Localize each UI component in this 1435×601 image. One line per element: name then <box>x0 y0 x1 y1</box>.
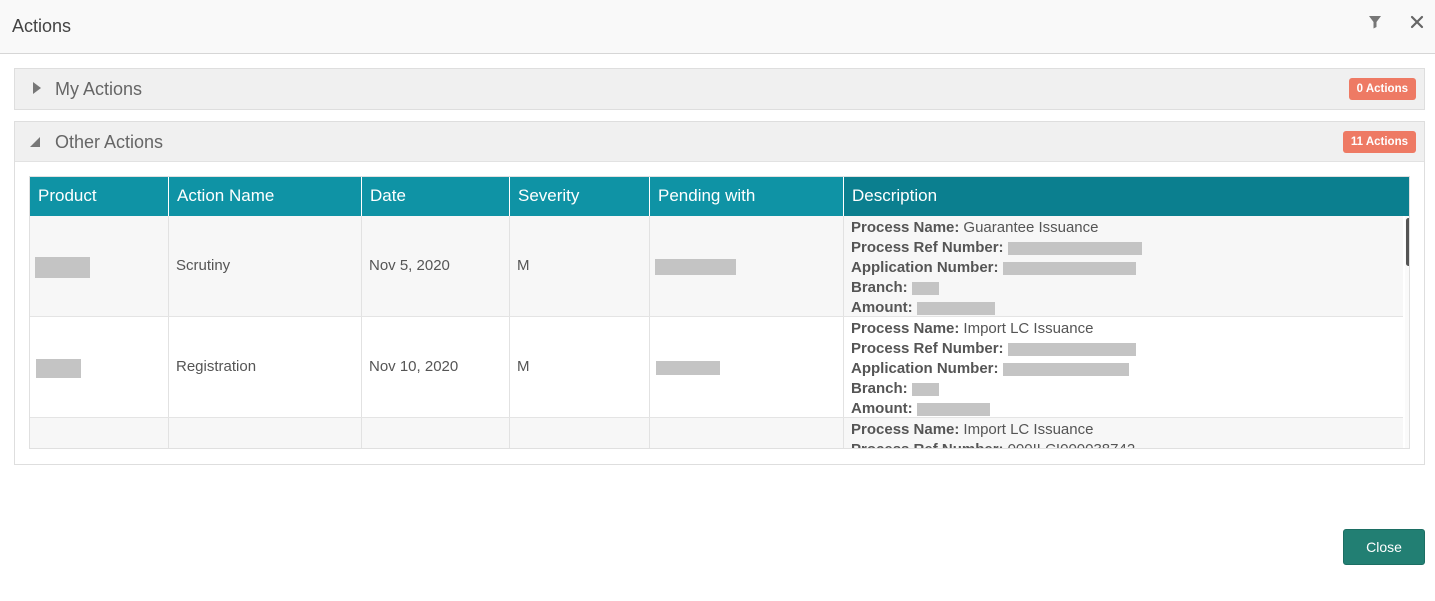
table-row[interactable]: Process Name:Import LC Issuance Process … <box>30 418 1403 448</box>
scrollbar-thumb[interactable] <box>1406 218 1409 266</box>
cell-severity <box>510 418 650 448</box>
cell-product <box>30 317 169 417</box>
caret-right-icon <box>33 82 41 94</box>
cell-pending-with <box>650 216 844 316</box>
cell-action-name: Registration <box>169 317 362 417</box>
my-actions-panel: My Actions 0 Actions <box>14 68 1425 110</box>
cell-description: Process Name: Guarantee Issuance Process … <box>844 216 1403 316</box>
cell-pending-with <box>650 317 844 417</box>
column-header-date[interactable]: Date <box>362 177 510 216</box>
cell-date: Nov 5, 2020 <box>362 216 510 316</box>
cell-date: Nov 10, 2020 <box>362 317 510 417</box>
actions-table: Product Action Name Date Severity Pendin… <box>29 176 1410 449</box>
cell-description: Process Name:Import LC Issuance Process … <box>851 421 1135 448</box>
cell-action-name: Scrutiny <box>169 216 362 316</box>
my-actions-title: My Actions <box>55 79 143 99</box>
other-actions-header[interactable]: Other Actions 11 Actions <box>15 122 1424 162</box>
redacted-value <box>36 359 81 378</box>
other-actions-title: Other Actions <box>55 132 164 152</box>
cell-description: Process Name:Import LC Issuance Process … <box>844 317 1403 417</box>
cell-date <box>362 418 510 448</box>
cell-product <box>30 418 169 448</box>
table-header: Product Action Name Date Severity Pendin… <box>30 177 1409 216</box>
cell-pending-with <box>650 418 844 448</box>
table-scrollbar[interactable] <box>1405 216 1409 448</box>
cell-severity: M <box>510 216 650 316</box>
redacted-value <box>656 361 720 375</box>
other-actions-panel: Other Actions 11 Actions Product Action … <box>14 121 1425 465</box>
column-header-description[interactable]: Description <box>844 177 1409 216</box>
dialog-title: Actions <box>12 16 72 36</box>
my-actions-count-badge: 0 Actions <box>1348 78 1416 100</box>
table-row[interactable]: Scrutiny Nov 5, 2020 M Process Name: Guar… <box>30 216 1403 317</box>
column-header-severity[interactable]: Severity <box>510 177 650 216</box>
redacted-value <box>35 257 90 278</box>
close-icon[interactable] <box>1407 12 1427 32</box>
caret-down-icon <box>30 137 40 147</box>
cell-product <box>30 216 169 316</box>
cell-action-name <box>169 418 362 448</box>
dialog-header: Actions <box>0 0 1435 54</box>
table-row[interactable]: Registration Nov 10, 2020 M Process Name… <box>30 317 1403 418</box>
cell-severity: M <box>510 317 650 417</box>
filter-icon[interactable] <box>1367 14 1383 30</box>
column-header-action-name[interactable]: Action Name <box>169 177 362 216</box>
column-header-product[interactable]: Product <box>30 177 169 216</box>
redacted-value <box>655 259 736 275</box>
my-actions-header[interactable]: My Actions 0 Actions <box>15 69 1424 109</box>
close-button[interactable]: Close <box>1343 529 1425 565</box>
column-header-pending-with[interactable]: Pending with <box>650 177 844 216</box>
other-actions-count-badge: 11 Actions <box>1342 131 1416 153</box>
